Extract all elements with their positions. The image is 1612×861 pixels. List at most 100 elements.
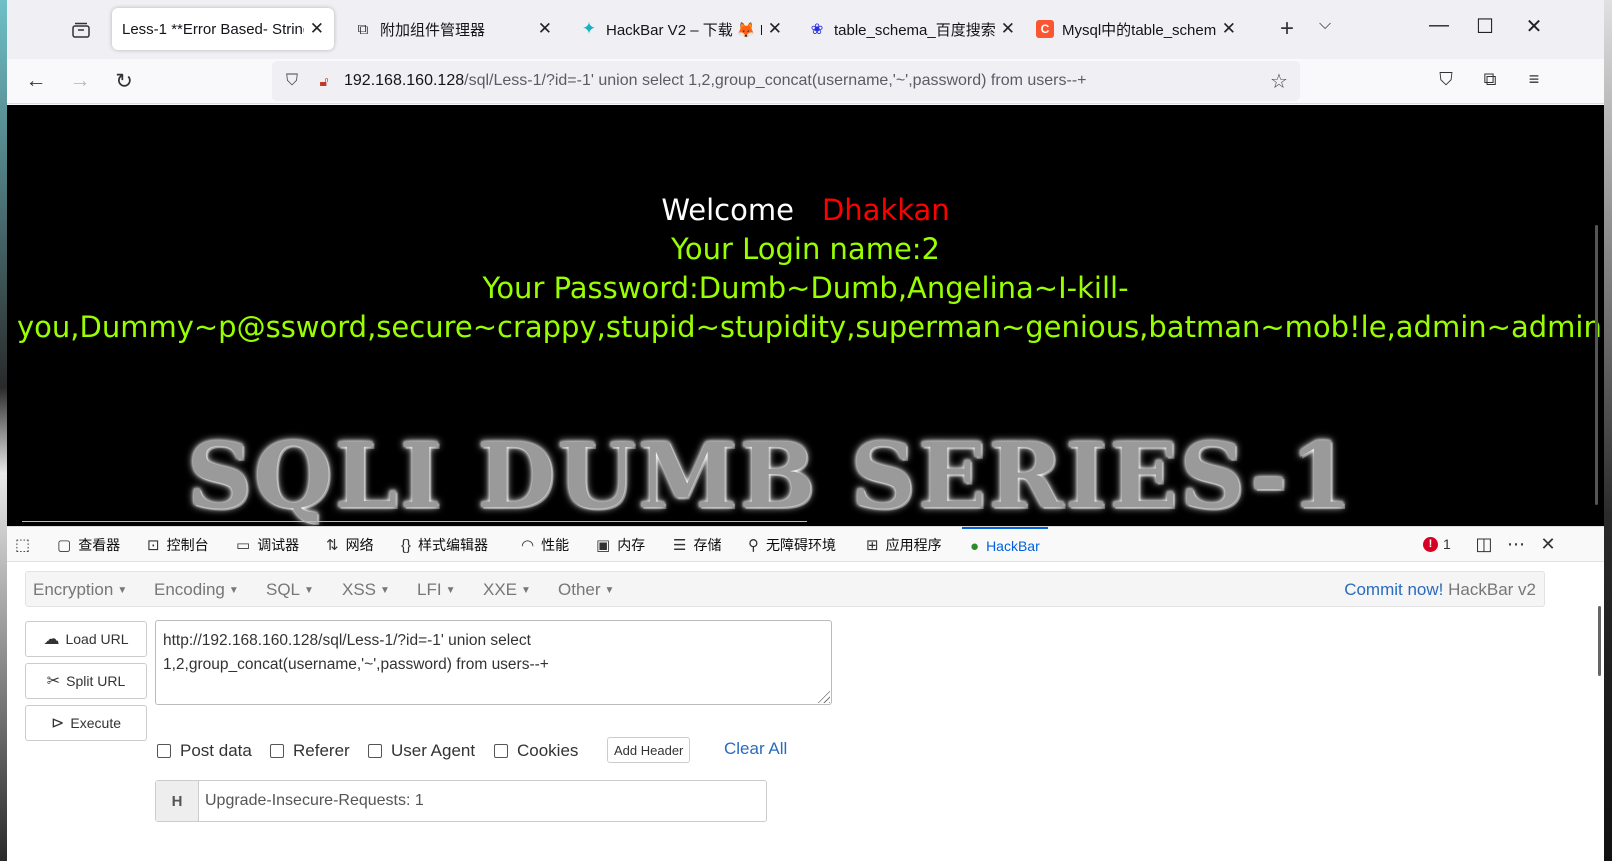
forward-arrow-icon[interactable]: → (65, 67, 95, 95)
tab-label: 样式编辑器 (418, 537, 489, 553)
tab-style-editor[interactable]: {} 样式编辑器 (401, 527, 488, 563)
tab-title: Less-1 **Error Based- String (122, 20, 304, 38)
button-label: Execute (70, 715, 121, 731)
tab-baidu-search[interactable]: ❀ table_schema_百度搜索 ✕ (798, 8, 1025, 50)
menu-label: SQL (266, 580, 301, 599)
checkbox-box[interactable] (157, 744, 171, 758)
close-window-icon[interactable]: ✕ (1519, 14, 1549, 39)
close-devtools-icon[interactable]: ✕ (1536, 534, 1560, 555)
desktop-background-left (0, 0, 7, 861)
referer-checkbox[interactable]: Referer (270, 741, 350, 761)
tab-storage[interactable]: ☰ 存储 (673, 527, 721, 563)
reload-icon[interactable]: ↻ (109, 67, 139, 95)
page-content: Welcome Dhakkan Your Login name:2 Your Pa… (7, 105, 1604, 526)
split-url-button[interactable]: ✂ Split URL (25, 663, 147, 699)
resize-handle[interactable] (816, 689, 830, 703)
close-icon[interactable]: ✕ (1222, 19, 1236, 39)
clear-all-link[interactable]: Clear All (724, 739, 787, 759)
maximize-icon[interactable]: ☐ (1470, 14, 1500, 39)
puzzle-icon: ⧉ (357, 20, 369, 38)
close-icon[interactable]: ✕ (1001, 19, 1015, 39)
error-icon: ! (1423, 536, 1438, 552)
element-picker-icon[interactable]: ⬚ (15, 535, 30, 555)
url-textarea[interactable]: http://192.168.160.128/sql/Less-1/?id=-1… (155, 620, 832, 705)
extensions-icon[interactable]: ⧉ (1476, 69, 1504, 90)
load-url-button[interactable]: ☁ Load URL (25, 621, 147, 657)
commit-now-link[interactable]: Commit now! (1344, 580, 1443, 599)
password-line-1: Your Password:Dumb~Dumb,Angelina~I-kill- (482, 271, 1129, 305)
caret-down-icon: ▼ (521, 585, 531, 596)
tab-list-icon[interactable] (67, 16, 95, 44)
url-text[interactable]: 192.168.160.128/sql/Less-1/?id=-1' union… (344, 72, 1264, 90)
tab-less-1[interactable]: Less-1 **Error Based- String ✕ (112, 8, 334, 50)
menu-lfi[interactable]: LFI ▼ (417, 580, 455, 600)
new-tab-icon[interactable]: + (1272, 15, 1302, 43)
tab-inspector[interactable]: ▢ 查看器 (57, 527, 120, 563)
tab-memory[interactable]: ▣ 内存 (596, 527, 645, 563)
menu-label: Other (558, 580, 601, 599)
close-icon[interactable]: ✕ (310, 19, 324, 39)
error-counter[interactable]: ! 1 (1423, 536, 1451, 552)
insecure-lock-icon[interactable]: 🔓︎ (314, 73, 334, 90)
menu-sql[interactable]: SQL ▼ (266, 580, 314, 600)
menu-encryption[interactable]: Encryption ▼ (33, 580, 127, 600)
post-data-checkbox[interactable]: Post data (157, 741, 252, 761)
checkbox-label: Post data (180, 741, 252, 760)
close-icon[interactable]: ✕ (538, 19, 552, 39)
menu-label: Encryption (33, 580, 114, 599)
header-tag: H (156, 781, 199, 821)
checkbox-box[interactable] (368, 744, 382, 758)
hackbar-icon: ✦ (581, 19, 597, 38)
add-header-button[interactable]: Add Header (607, 737, 691, 763)
welcome-line: Welcome Dhakkan (7, 193, 1604, 227)
browser-window: Less-1 **Error Based- String ✕ ⧉ 附加组件管理器… (7, 0, 1604, 861)
menu-encoding[interactable]: Encoding ▼ (154, 580, 239, 600)
tab-strip: Less-1 **Error Based- String ✕ ⧉ 附加组件管理器… (7, 0, 1604, 59)
checkbox-box[interactable] (494, 744, 508, 758)
tab-label: 应用程序 (885, 537, 942, 553)
devtools-scrollbar[interactable] (1598, 606, 1601, 676)
minimize-icon[interactable]: — (1424, 14, 1454, 37)
scissors-icon: ✂ (46, 673, 61, 690)
tab-performance[interactable]: ◠ 性能 (521, 527, 569, 563)
user-agent-checkbox[interactable]: User Agent (368, 741, 475, 761)
baidu-paw-icon: ❀ (810, 21, 824, 38)
close-icon[interactable]: ✕ (768, 19, 782, 39)
csdn-icon: C (1036, 20, 1054, 38)
tab-csdn-article[interactable]: C Mysql中的table_schema ✕ (1026, 8, 1246, 50)
chevron-down-icon[interactable]: ⌵ (1319, 16, 1331, 34)
page-scrollbar[interactable] (1595, 225, 1598, 505)
execute-button[interactable]: ⊳ Execute (25, 705, 147, 741)
shield-icon[interactable]: ⛉ (282, 72, 302, 90)
tab-hackbar-download[interactable]: ✦ HackBar V2 – 下载 🦊 Fi ✕ (570, 8, 792, 50)
tab-network[interactable]: ⇅ 网络 (326, 527, 374, 563)
hamburger-menu-icon[interactable]: ≡ (1520, 69, 1548, 90)
tab-title: Mysql中的table_schema (1062, 21, 1216, 39)
checkbox-label: Cookies (517, 741, 579, 760)
cookies-checkbox[interactable]: Cookies (494, 741, 578, 761)
dock-side-icon[interactable]: ◫ (1472, 534, 1496, 555)
network-icon: ⇅ (326, 537, 339, 554)
tab-console[interactable]: ⊡ 控制台 (147, 527, 209, 563)
header-value-input[interactable]: Upgrade-Insecure-Requests: 1 (199, 781, 766, 821)
menu-other[interactable]: Other ▼ (558, 580, 614, 600)
bookmark-star-icon[interactable]: ☆ (1264, 69, 1294, 94)
back-arrow-icon[interactable]: ← (21, 67, 51, 95)
tab-application[interactable]: ⊞ 应用程序 (866, 527, 942, 563)
tab-hackbar[interactable]: ● HackBar (962, 527, 1048, 563)
tab-label: 无障碍环境 (766, 537, 836, 553)
menu-xss[interactable]: XSS ▼ (342, 580, 390, 600)
tab-debugger[interactable]: ▭ 调试器 (236, 527, 299, 563)
tab-label: HackBar (986, 538, 1040, 554)
more-options-icon[interactable]: ⋯ (1504, 534, 1528, 555)
checkbox-box[interactable] (270, 744, 284, 758)
tab-addons-manager[interactable]: ⧉ 附加组件管理器 ✕ (344, 8, 562, 50)
caret-down-icon: ▼ (117, 585, 128, 596)
pocket-icon[interactable]: ⛉ (1432, 69, 1460, 90)
tab-accessibility[interactable]: ⚲ 无障碍环境 (748, 527, 836, 563)
play-circle-icon: ⊳ (51, 715, 65, 732)
style-editor-icon: {} (401, 536, 412, 554)
desktop-background-right (1604, 0, 1612, 861)
menu-xxe[interactable]: XXE ▼ (483, 580, 531, 600)
url-bar[interactable]: ⛉ 🔓︎ 192.168.160.128/sql/Less-1/?id=-1' … (272, 61, 1300, 101)
